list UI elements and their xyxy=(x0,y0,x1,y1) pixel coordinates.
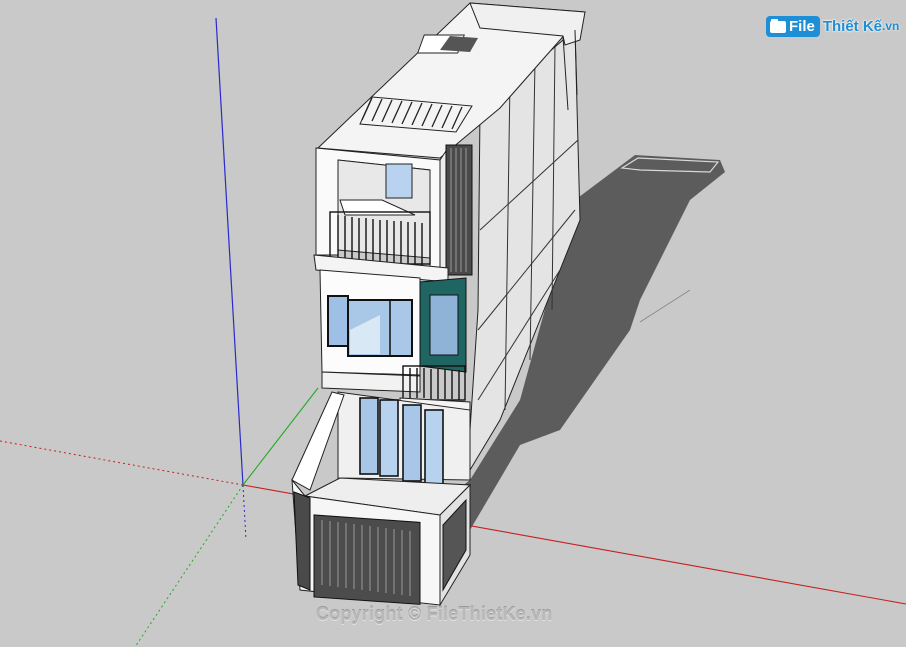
blue-axis-dotted xyxy=(242,484,247,541)
top-floor-door xyxy=(385,163,413,199)
yard-left-wall xyxy=(291,391,345,491)
red-axis-dotted xyxy=(0,440,244,486)
logo-file-text: File xyxy=(789,17,815,35)
logo-tld-text: .vn xyxy=(882,19,900,33)
gate-side-panel xyxy=(293,491,311,591)
louver-column xyxy=(445,144,473,276)
logo-badge: File xyxy=(766,15,820,37)
middle-window-left xyxy=(327,295,349,347)
site-logo[interactable]: File Thiết Kế .vn xyxy=(766,12,899,40)
modeling-viewport[interactable]: File Thiết Kế .vn Copyright © FileThietK… xyxy=(0,0,906,647)
blue-axis-line xyxy=(215,17,244,486)
green-axis-dotted xyxy=(134,484,244,647)
logo-name-text: Thiết Kế xyxy=(822,17,883,35)
folder-icon xyxy=(770,19,786,33)
3d-scene xyxy=(0,2,906,647)
copyright-watermark: Copyright © FileThietKe.vn xyxy=(316,604,553,624)
